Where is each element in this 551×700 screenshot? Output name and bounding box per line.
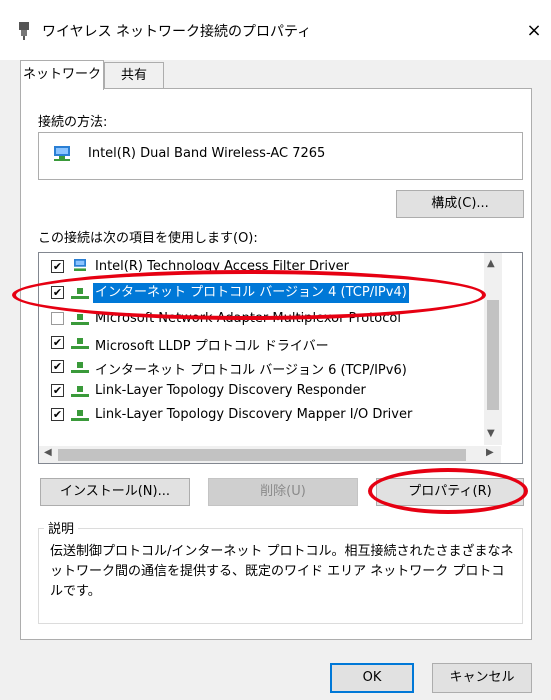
network-adapter-icon [54, 146, 70, 161]
scroll-left-icon[interactable]: ◀ [44, 447, 52, 458]
install-button[interactable]: インストール(N)... [40, 478, 190, 506]
cancel-button-label: キャンセル [449, 670, 515, 685]
network-adapter-icon [19, 22, 29, 40]
checkbox[interactable]: ✔ [51, 384, 64, 397]
list-item-label: インターネット プロトコル バージョン 6 (TCP/IPv6) [95, 363, 407, 378]
list-item[interactable]: ✔ Microsoft LLDP プロトコル ドライバー [39, 331, 505, 355]
uninstall-button[interactable]: 削除(U) [208, 478, 358, 506]
scroll-up-icon[interactable]: ▲ [487, 258, 495, 269]
vertical-scroll-thumb[interactable] [487, 300, 499, 410]
network-adapter-icon [74, 259, 86, 271]
adapter-name: Intel(R) Dual Band Wireless-AC 7265 [88, 146, 326, 161]
description-text: 伝送制御プロトコル/インターネット プロトコル。相互接続されたさまざまなネットワ… [50, 544, 514, 599]
horizontal-scroll-thumb[interactable] [58, 449, 466, 461]
tab-sharing[interactable]: 共有 [104, 62, 164, 88]
network-component-icon [71, 386, 89, 397]
checkbox[interactable] [51, 312, 64, 325]
network-component-icon [71, 362, 89, 373]
items-label: この接続は次の項目を使用します(O): [38, 231, 258, 246]
cancel-button[interactable]: キャンセル [432, 663, 532, 693]
ok-button[interactable]: OK [330, 663, 414, 693]
ok-button-label: OK [362, 670, 382, 685]
list-item-label: Link-Layer Topology Discovery Responder [95, 383, 366, 398]
description-title: 説明 [44, 518, 79, 537]
highlight-oval-ipv4 [12, 270, 486, 320]
list-item[interactable]: ✔ Link-Layer Topology Discovery Mapper I… [39, 403, 505, 427]
close-button[interactable]: × [520, 16, 548, 46]
install-button-label: インストール(N)... [59, 484, 170, 499]
list-item[interactable]: ✔ Link-Layer Topology Discovery Responde… [39, 379, 505, 403]
configure-button-label: 構成(C)... [431, 196, 489, 211]
connect-using-label: 接続の方法: [38, 115, 108, 130]
window-title: ワイヤレス ネットワーク接続のプロパティ [42, 24, 312, 40]
scroll-down-icon[interactable]: ▼ [487, 428, 495, 439]
list-item-label: Microsoft LLDP プロトコル ドライバー [95, 339, 329, 354]
list-item[interactable]: ✔ インターネット プロトコル バージョン 6 (TCP/IPv6) [39, 355, 505, 379]
checkbox[interactable]: ✔ [51, 408, 64, 421]
configure-button[interactable]: 構成(C)... [396, 190, 524, 218]
checkbox[interactable]: ✔ [51, 360, 64, 373]
checkbox[interactable]: ✔ [51, 336, 64, 349]
scroll-right-icon[interactable]: ▶ [486, 447, 494, 458]
network-component-icon [71, 338, 89, 349]
uninstall-button-label: 削除(U) [260, 484, 306, 499]
list-item-label: Link-Layer Topology Discovery Mapper I/O… [95, 407, 413, 422]
network-component-icon [71, 410, 89, 421]
checkbox[interactable]: ✔ [51, 260, 64, 273]
network-component-icon [71, 314, 89, 325]
highlight-oval-properties [368, 468, 528, 514]
tab-network[interactable]: ネットワーク [20, 60, 104, 90]
